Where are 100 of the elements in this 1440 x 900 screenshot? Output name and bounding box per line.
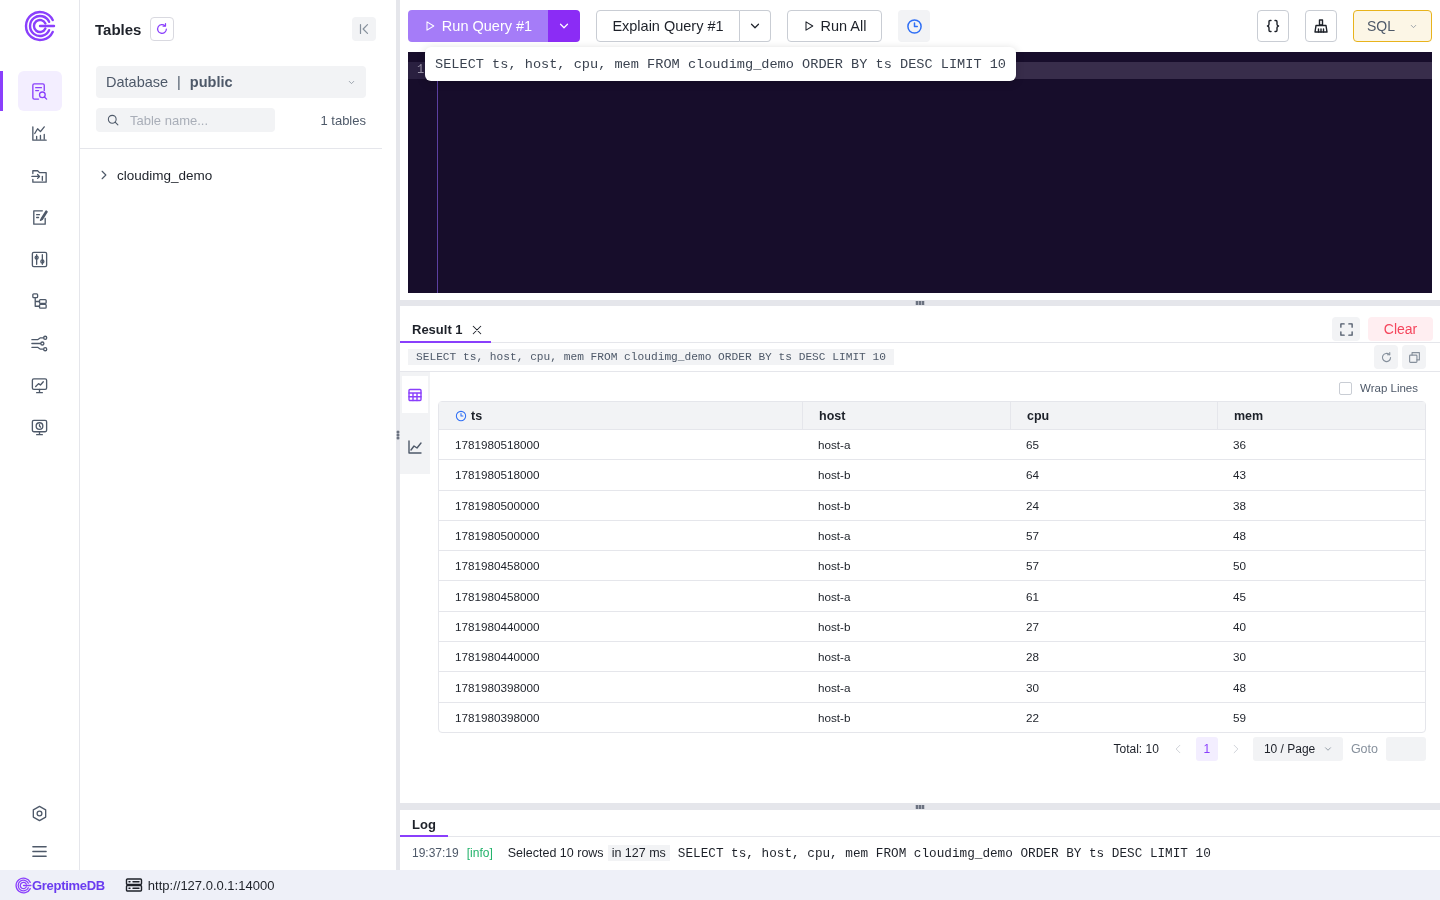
search-field[interactable]: Table name... [96, 108, 275, 132]
log-query: SELECT ts, host, cpu, mem FROM cloudimg_demo ORDER BY ts DESC LIMIT 10 [677, 845, 1211, 861]
table-cell: 1781980440000 [439, 641, 802, 672]
clock-icon [905, 17, 923, 35]
table-cell: host-a [802, 641, 1010, 672]
copy-button[interactable] [1402, 345, 1426, 369]
table-cell: 43 [1217, 459, 1425, 490]
grip-icon [396, 430, 400, 440]
grip-icon [915, 804, 925, 809]
table-cell: 1781980500000 [439, 489, 802, 520]
table-cell: host-b [802, 459, 1010, 490]
run-all-button[interactable]: Run All [787, 10, 882, 42]
table-cell: host-a [802, 519, 1010, 551]
table-cell: 57 [1010, 519, 1217, 551]
table-cell: host-a [802, 580, 1010, 611]
log-time: 19:37:19 [412, 846, 459, 860]
document-pen-icon [30, 207, 49, 227]
table-cell: 24 [1010, 489, 1217, 520]
nav-button[interactable] [17, 71, 62, 111]
table-cell: 22 [1010, 701, 1217, 732]
table-cell: host-b [802, 489, 1010, 520]
brand-name: GreptimeDB [32, 877, 105, 893]
hierarchy-icon [30, 291, 49, 311]
refresh-icon [1379, 350, 1393, 364]
line-chart-icon [407, 438, 423, 455]
sliders-icon [30, 249, 49, 269]
table-cell: host-b [802, 550, 1010, 581]
table-cell: 30 [1010, 671, 1217, 702]
log-tab[interactable]: Log [400, 813, 448, 837]
document-search-icon [30, 81, 49, 101]
table-cell: host-b [802, 610, 1010, 642]
query-text: SELECT ts, host, cpu, mem FROM cloudimg_demo ORDER BY ts DESC LIMIT 10 [408, 349, 894, 365]
refresh-button[interactable] [150, 17, 175, 41]
table-cell: 48 [1217, 519, 1425, 551]
table-cell: 1781980500000 [439, 519, 802, 551]
history-button[interactable] [898, 10, 930, 42]
table-view-tab[interactable] [402, 376, 428, 413]
column-header: ts [439, 402, 802, 429]
active-indicator [0, 71, 3, 111]
table-cell: 64 [1010, 459, 1217, 490]
table-cell: host-b [802, 701, 1010, 732]
braces-icon [1265, 18, 1281, 34]
language-select[interactable]: SQL [1353, 10, 1432, 42]
table-icon [407, 386, 423, 403]
rerun-button[interactable] [1374, 345, 1398, 369]
table-cell: 59 [1217, 701, 1425, 732]
search-icon [107, 114, 119, 126]
table-cell: host-a [802, 429, 1010, 460]
table-cell: 65 [1010, 429, 1217, 460]
circuit-lines-icon [30, 333, 49, 353]
fullscreen-icon [1338, 321, 1354, 337]
play-icon [423, 20, 436, 32]
page-size-select[interactable]: 10 / Page [1252, 736, 1343, 761]
table-cell: 1781980458000 [439, 550, 802, 581]
wrap-lines-checkbox[interactable] [1339, 381, 1353, 395]
copy-icon [1407, 350, 1421, 364]
server-icon [124, 877, 143, 893]
explain-query-button[interactable]: Explain Query #1 [596, 10, 740, 42]
table-cell: 1781980440000 [439, 610, 802, 642]
table-cell: 40 [1217, 610, 1425, 642]
table-cell: host-a [802, 671, 1010, 702]
table-cell: 28 [1010, 641, 1217, 672]
table-count: 1 tables [320, 112, 366, 128]
table-cell: 38 [1217, 489, 1425, 520]
server-url: http://127.0.0.1:14000 [147, 877, 275, 893]
page-button[interactable]: 1 [1195, 736, 1218, 761]
table-cell: 30 [1217, 641, 1425, 672]
tree-item[interactable]: cloudimg_demo [99, 161, 213, 189]
fullscreen-button[interactable] [1332, 317, 1360, 341]
table-cell: 50 [1217, 550, 1425, 581]
result-tab[interactable]: Result 1 [400, 318, 491, 343]
settings-icon [30, 803, 49, 823]
table-cell: 27 [1010, 610, 1217, 642]
monitor-clock-icon [30, 417, 49, 437]
table-cell: 1781980518000 [439, 429, 802, 460]
table-cell: 48 [1217, 671, 1425, 702]
column-header: host [802, 402, 1010, 429]
log-duration: in 127 ms [607, 845, 670, 861]
collapse-icon [357, 22, 371, 36]
monitor-chart-icon [30, 375, 49, 395]
column-header: cpu [1010, 402, 1217, 429]
table-cell: 45 [1217, 580, 1425, 611]
table-cell: 1781980398000 [439, 701, 802, 732]
goto-label: Goto [1350, 741, 1378, 756]
clock-icon [455, 409, 467, 422]
collapse-button[interactable] [352, 17, 376, 41]
database-select[interactable]: Database | public [96, 66, 366, 98]
logo-icon [23, 10, 56, 42]
grip-icon [915, 301, 925, 305]
log-level: [info] [466, 846, 493, 860]
play-icon [802, 20, 815, 32]
table-cell: 57 [1010, 550, 1217, 581]
clear-editor-button[interactable] [1305, 10, 1337, 42]
table-cell: 36 [1217, 429, 1425, 460]
broom-icon [1313, 18, 1329, 34]
panel-title: Tables [95, 20, 142, 38]
format-button[interactable] [1257, 10, 1289, 42]
total-count: Total: 10 [1113, 741, 1159, 756]
table-cell: 61 [1010, 580, 1217, 611]
query-tooltip: SELECT ts, host, cpu, mem FROM cloudimg_demo ORDER BY ts DESC LIMIT 10 [425, 47, 1017, 81]
